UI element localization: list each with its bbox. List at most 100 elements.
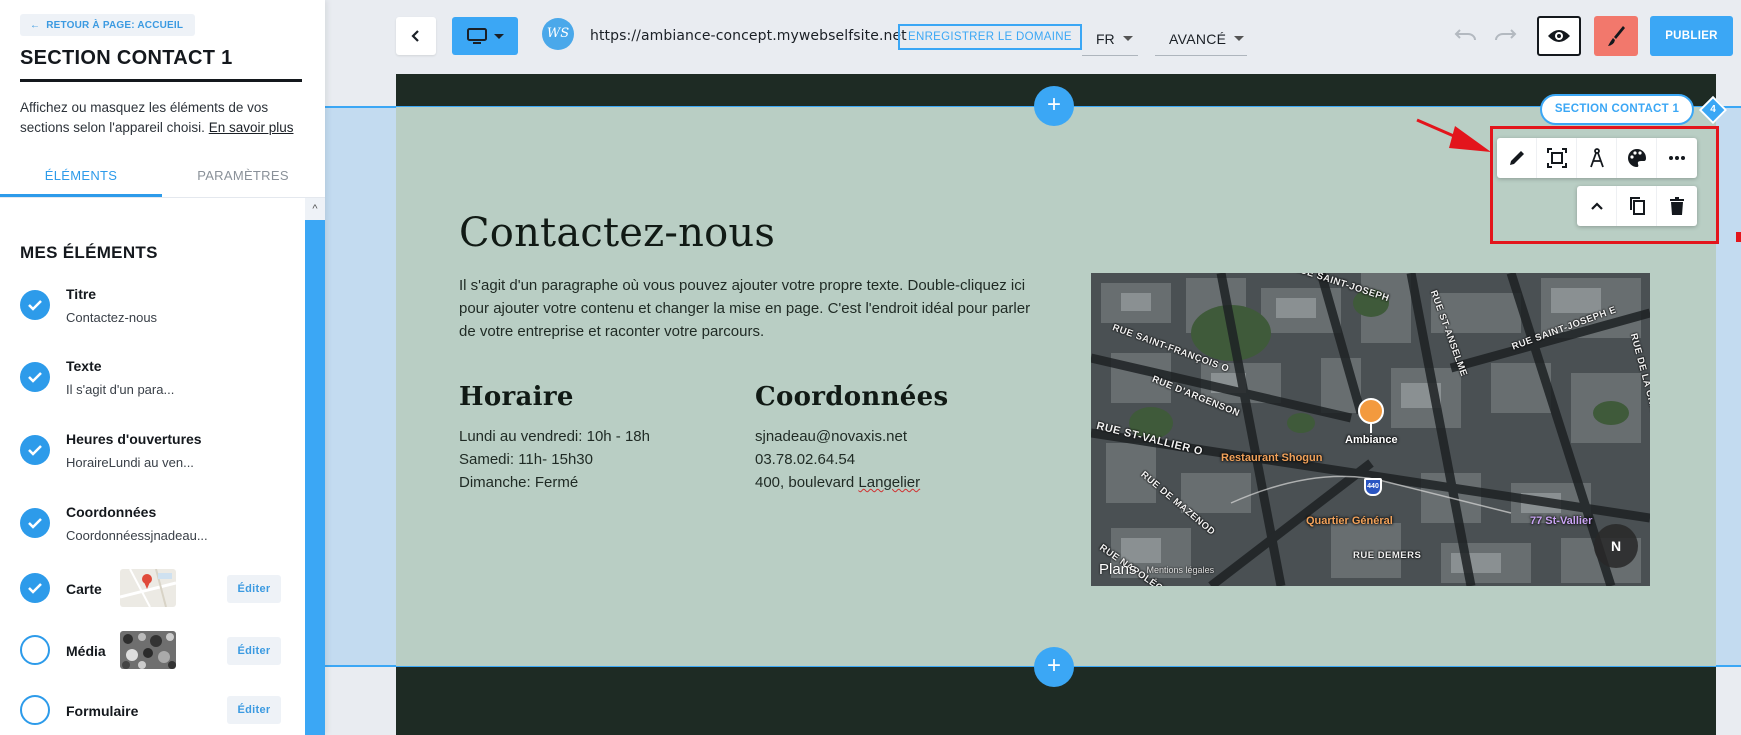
element-name: Carte: [66, 581, 102, 597]
element-name: Coordonnées: [66, 504, 157, 520]
scroll-up-icon[interactable]: ^: [305, 198, 325, 220]
panel-help-text: Affichez ou masquez les éléments de vos …: [20, 98, 310, 138]
design-button[interactable]: [1594, 16, 1638, 56]
element-preview: HoraireLundi au ven...: [66, 455, 194, 470]
back-to-page-label: Retour à page: Accueil: [46, 19, 184, 31]
arrow-left-icon: ←: [30, 19, 41, 31]
map-attribution: Plans Mentions légales: [1099, 561, 1214, 578]
elements-heading: MES ÉLÉMENTS: [20, 243, 158, 262]
pin-tail: [1370, 423, 1372, 433]
poi-restaurant[interactable]: Restaurant Shogun: [1221, 453, 1322, 464]
visibility-checkbox-hours[interactable]: [20, 435, 50, 465]
redo-icon[interactable]: [1493, 26, 1517, 44]
location-pin-icon[interactable]: [1358, 398, 1384, 424]
element-preview: Contactez-nous: [66, 310, 158, 325]
element-item-map: Carte Éditer: [20, 569, 290, 617]
contact-info-lines[interactable]: sjnadeau@novaxis.net 03.78.02.64.54 400,…: [755, 425, 920, 494]
add-section-above-button[interactable]: +: [1034, 86, 1074, 126]
eye-icon: [1548, 30, 1570, 42]
edit-media-button[interactable]: Éditer: [227, 637, 281, 665]
edit-map-button[interactable]: Éditer: [227, 575, 281, 603]
element-item-opening-hours: Heures d'ouvertures HoraireLundi au ven.…: [20, 431, 290, 479]
language-value: FR: [1096, 30, 1115, 47]
contact-phone: 03.78.02.64.54: [755, 451, 856, 468]
contact-info-heading[interactable]: Coordonnées: [755, 382, 948, 412]
tab-settings[interactable]: Paramètres: [162, 158, 324, 197]
hours-line: Lundi au vendredi: 10h - 18h: [459, 428, 650, 445]
visibility-checkbox-form[interactable]: [20, 695, 50, 725]
tab-elements[interactable]: Éléments: [0, 158, 162, 197]
element-name: Heures d'ouvertures: [66, 431, 202, 447]
contact-title[interactable]: Contactez-nous: [459, 210, 775, 256]
element-item-contact: Coordonnées Coordonnéessjnadeau...: [20, 504, 290, 552]
checkmark-icon: [28, 300, 42, 311]
contact-address: 400, boulevard Langelier: [755, 471, 920, 494]
hours-lines[interactable]: Lundi au vendredi: 10h - 18h Samedi: 11h…: [459, 425, 650, 494]
satellite-map[interactable]: RUE SAINT-FRANÇOIS O RUE D'ARGENSON RUE …: [1091, 273, 1650, 586]
map-thumbnail: [120, 569, 176, 607]
panel-scrollbar[interactable]: [305, 198, 325, 735]
visibility-checkbox-contact[interactable]: [20, 508, 50, 538]
chevron-left-icon: [411, 30, 419, 42]
contact-email: sjnadeau@novaxis.net: [755, 428, 907, 445]
checkmark-icon: [28, 445, 42, 456]
chevron-down-icon: [1122, 36, 1133, 41]
paintbrush-icon: [1608, 26, 1625, 46]
element-name: Texte: [66, 358, 102, 374]
annotation-arrow-icon: [1416, 118, 1491, 152]
legal-notice-link[interactable]: Mentions légales: [1147, 565, 1215, 575]
webself-logo: WS: [542, 18, 574, 50]
element-name: Média: [66, 643, 106, 659]
publish-button[interactable]: Publier: [1650, 16, 1733, 56]
section-index-number: 4: [1710, 104, 1716, 115]
visibility-checkbox-text[interactable]: [20, 362, 50, 392]
hours-line: Dimanche: Fermé: [459, 474, 579, 491]
device-selector[interactable]: [452, 17, 518, 55]
chevron-down-icon: [1234, 36, 1245, 41]
contact-paragraph[interactable]: Il s'agit d'un paragraphe où vous pouvez…: [459, 274, 1039, 343]
checkmark-icon: [28, 518, 42, 529]
register-domain-button[interactable]: Enregistrer le domaine: [898, 24, 1082, 50]
chevron-down-icon: [493, 33, 504, 39]
desktop-icon: [466, 28, 487, 44]
highway-shield-icon: 440: [1364, 478, 1382, 496]
visibility-checkbox-title[interactable]: [20, 290, 50, 320]
section-name-badge[interactable]: SECTION CONTACT 1: [1540, 94, 1694, 125]
language-selector[interactable]: FR: [1082, 22, 1138, 56]
hours-heading[interactable]: Horaire: [459, 382, 574, 412]
title-underline: [20, 79, 302, 82]
element-item-form: Formulaire Éditer: [20, 693, 290, 735]
back-to-page-link[interactable]: ← Retour à page: Accueil: [20, 14, 196, 36]
checkmark-icon: [28, 372, 42, 383]
panel-tabs: Éléments Paramètres: [0, 158, 325, 198]
pin-label: Ambiance: [1345, 434, 1398, 446]
media-thumbnail: [120, 631, 176, 669]
apple-maps-logo: Plans: [1099, 561, 1137, 578]
advanced-label: Avancé: [1169, 30, 1227, 47]
element-preview: Il s'agit d'un para...: [66, 382, 175, 397]
poi-venue[interactable]: 77 St-Vallier: [1530, 515, 1592, 527]
edit-form-button[interactable]: Éditer: [227, 696, 281, 724]
panel-title: SECTION CONTACT 1: [20, 47, 233, 69]
collapse-panel-button[interactable]: [396, 17, 436, 55]
element-preview: Coordonnéessjnadeau...: [66, 528, 208, 543]
learn-more-link[interactable]: En savoir plus: [209, 120, 294, 135]
undo-icon[interactable]: [1454, 26, 1478, 44]
highlight-edge-mark: [1736, 232, 1741, 242]
hours-line: Samedi: 11h- 15h30: [459, 451, 593, 468]
preview-button[interactable]: [1537, 16, 1581, 56]
visibility-checkbox-map[interactable]: [20, 573, 50, 603]
visibility-checkbox-media[interactable]: [20, 635, 50, 665]
element-settings-panel: ← Retour à page: Accueil SECTION CONTACT…: [0, 0, 325, 735]
add-section-below-button[interactable]: +: [1034, 647, 1074, 687]
element-item-title: Titre Contactez-nous: [20, 286, 290, 334]
highlight-box: [1490, 126, 1719, 244]
address-street: Langelier: [858, 474, 921, 491]
site-url: https://ambiance-concept.mywebselfsite.n…: [590, 28, 907, 44]
map-street-label: RUE DEMERS: [1353, 550, 1422, 561]
element-name: Titre: [66, 286, 97, 302]
advanced-menu[interactable]: Avancé: [1155, 22, 1247, 56]
element-name: Formulaire: [66, 703, 139, 719]
compass-icon[interactable]: N: [1594, 524, 1638, 568]
poi-bar[interactable]: Quartier Général: [1306, 515, 1393, 527]
